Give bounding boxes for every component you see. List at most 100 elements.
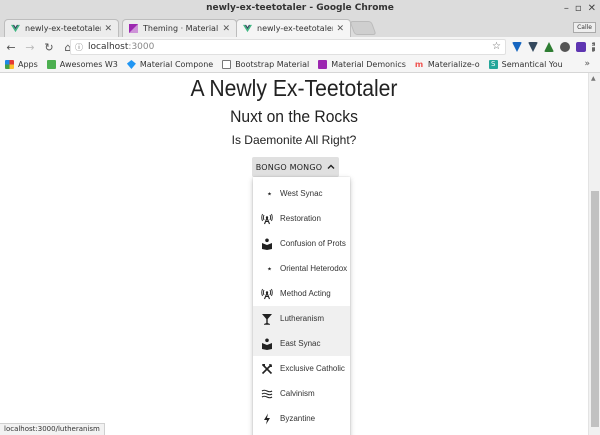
- menu-item-label: Lutheranism: [280, 314, 325, 323]
- vue-logo-icon: [11, 24, 20, 33]
- w3-logo-icon: [46, 60, 56, 69]
- star-crescent-icon: [261, 188, 273, 200]
- close-window-button[interactable]: ✕: [588, 0, 596, 17]
- bookmark-label: Materialize-o: [427, 60, 480, 69]
- menu-item[interactable]: Exclusive Catholic: [253, 356, 350, 381]
- browser-tab[interactable]: newly-ex-teetotaler ✕: [4, 19, 119, 37]
- bookmarks-bar: Apps Awesomes W3 Material Compone Bootst…: [0, 57, 600, 73]
- tab-title: newly-ex-teetotaler: [257, 24, 334, 33]
- menu-item-label: Method Acting: [280, 289, 331, 298]
- browser-tab[interactable]: Theming · Material ✕: [122, 19, 237, 37]
- minimize-button[interactable]: –: [564, 0, 569, 17]
- vue-logo-icon: [243, 24, 252, 33]
- vertical-scrollbar[interactable]: ▲: [588, 73, 600, 435]
- close-tab-icon[interactable]: ✕: [336, 24, 344, 34]
- page-viewport: A Newly Ex-Teetotaler Nuxt on the Rocks …: [0, 73, 588, 435]
- bookmark-label: Material Demonics: [331, 60, 406, 69]
- page-question: Is Daemonite All Right?: [231, 133, 357, 147]
- more-bookmarks-icon[interactable]: »: [584, 59, 590, 69]
- reload-icon[interactable]: ↻: [41, 39, 57, 55]
- close-tab-icon[interactable]: ✕: [104, 24, 112, 34]
- semantic-ui-logo-icon: S: [488, 60, 498, 69]
- dropdown-menu: West Synac Restoration Confusion of Prot…: [253, 177, 350, 435]
- scroll-up-icon[interactable]: ▲: [591, 75, 596, 82]
- menu-item[interactable]: Restoration: [253, 206, 350, 231]
- menu-item-label: Byzantine: [280, 414, 316, 423]
- extension-icon[interactable]: [560, 42, 570, 52]
- menu-item[interactable]: Method Acting: [253, 281, 350, 306]
- forward-arrow-icon[interactable]: →: [22, 39, 38, 55]
- crossed-utensils-icon: [261, 363, 273, 375]
- page-icon: [222, 60, 232, 69]
- bookmark-label: Material Compone: [139, 60, 214, 69]
- tab-title: newly-ex-teetotaler: [25, 24, 102, 33]
- vue-devtools-icon[interactable]: [528, 42, 538, 52]
- new-tab-button[interactable]: [349, 21, 377, 35]
- menu-kebab-icon[interactable]: [592, 42, 595, 52]
- bookmark-item[interactable]: Material Compone: [126, 60, 214, 69]
- antenna-icon: [261, 288, 273, 300]
- url-host: localhost: [88, 42, 129, 52]
- page-subtitle: Nuxt on the Rocks: [230, 107, 358, 126]
- bookmark-item[interactable]: m Materialize-o: [415, 60, 480, 69]
- book-reader-icon: [261, 238, 273, 250]
- menu-item[interactable]: Calvinism: [253, 381, 350, 406]
- window-controls: – ▫ ✕: [564, 0, 596, 17]
- menu-item-label: Restoration: [280, 214, 321, 223]
- materialize-logo-icon: m: [414, 60, 424, 69]
- address-bar[interactable]: ⓘ localhost:3000 ☆: [70, 39, 506, 55]
- tab-strip: newly-ex-teetotaler ✕ Theming · Material…: [0, 17, 600, 37]
- menu-item[interactable]: Oriental Heterodox: [253, 256, 350, 281]
- bookmark-label: Apps: [18, 60, 38, 69]
- menu-button-label: BONGO MONGO: [255, 162, 323, 172]
- menu-item[interactable]: West Synac: [253, 181, 350, 206]
- url-port: :3000: [128, 42, 155, 52]
- menu-item[interactable]: Confusion of Prots: [253, 231, 350, 256]
- bookmark-item[interactable]: Material Demonics: [318, 60, 406, 69]
- bookmark-star-icon[interactable]: ☆: [492, 41, 501, 52]
- menu-item-hovered[interactable]: Lutheranism: [253, 306, 350, 331]
- browser-toolbar: ← → ↻ ⌂ ⓘ localhost:3000 ☆: [0, 37, 600, 57]
- book-reader-icon: [261, 338, 273, 350]
- cocktail-glass-icon: [261, 313, 273, 325]
- extension-icon[interactable]: [512, 42, 522, 52]
- menu-toggle-button[interactable]: BONGO MONGO: [252, 157, 339, 177]
- chevron-up-icon: [327, 164, 335, 169]
- menu-item-focused[interactable]: East Synac: [253, 331, 350, 356]
- material-logo-icon: [129, 24, 138, 33]
- maximize-button[interactable]: ▫: [575, 0, 582, 17]
- extension-icon[interactable]: [544, 42, 554, 52]
- browser-tab-active[interactable]: newly-ex-teetotaler ✕: [236, 19, 351, 37]
- bookmark-item[interactable]: Apps: [5, 60, 38, 69]
- page-title: A Newly Ex-Teetotaler: [190, 75, 398, 101]
- window-title-bar: newly-ex-teetotaler - Google Chrome – ▫ …: [0, 0, 600, 17]
- tab-title: Theming · Material: [143, 24, 219, 33]
- bookmark-label: Awesomes W3: [59, 60, 118, 69]
- profile-badge[interactable]: Calle: [573, 22, 596, 33]
- bookmark-item[interactable]: Awesomes W3: [46, 60, 118, 69]
- bookmark-item[interactable]: S Semantical You: [488, 60, 563, 69]
- menu-item-label: Oriental Heterodox: [280, 264, 348, 273]
- menu-item-label: West Synac: [280, 189, 323, 198]
- extension-icon[interactable]: [576, 42, 586, 52]
- info-icon[interactable]: ⓘ: [75, 42, 83, 53]
- menu-item-label: East Synac: [280, 339, 321, 348]
- menu-item-label: Confusion of Prots: [280, 239, 346, 248]
- material-components-icon: [126, 60, 136, 69]
- bookmark-label: Semantical You: [501, 60, 563, 69]
- bookmark-item[interactable]: Bootstrap Material: [222, 60, 309, 69]
- back-arrow-icon[interactable]: ←: [3, 39, 19, 55]
- star-crescent-icon: [261, 263, 273, 275]
- menu-item-label: Calvinism: [280, 389, 315, 398]
- scrollbar-thumb[interactable]: [591, 191, 599, 427]
- material-logo-icon: [318, 60, 328, 69]
- status-bar-url: localhost:3000/lutheranism: [0, 423, 105, 435]
- window-title: newly-ex-teetotaler - Google Chrome: [206, 3, 394, 13]
- extension-icons: [512, 39, 595, 55]
- lightning-icon: [261, 413, 273, 425]
- menu-item[interactable]: Byzantine: [253, 406, 350, 431]
- waves-icon: [261, 388, 273, 400]
- close-tab-icon[interactable]: ✕: [222, 24, 230, 34]
- antenna-icon: [261, 213, 273, 225]
- apps-grid-icon: [5, 60, 14, 69]
